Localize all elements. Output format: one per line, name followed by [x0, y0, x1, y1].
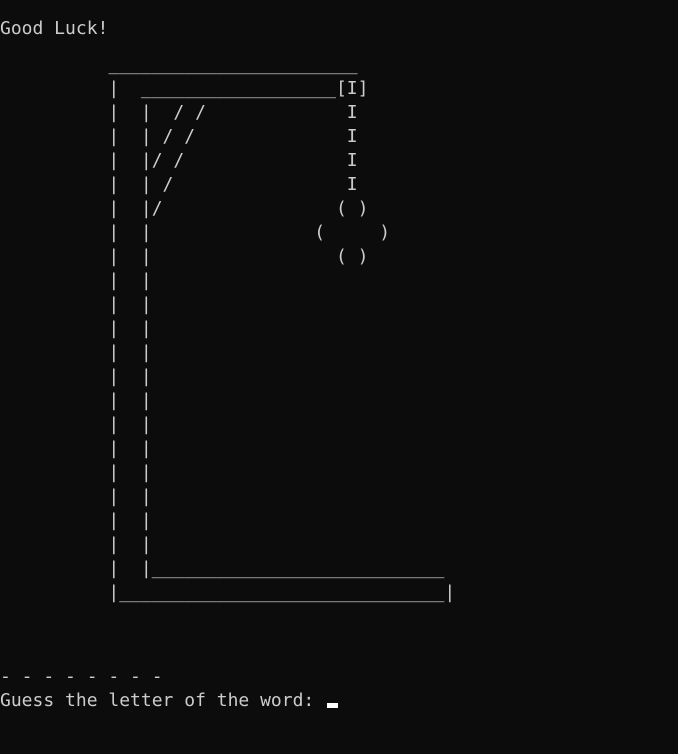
hangman-gallows-ascii: _______________________ | ______________… [0, 53, 455, 605]
guess-prompt-line[interactable]: Guess the letter of the word: [0, 689, 339, 713]
gallows-row: | | [0, 342, 152, 363]
guess-prompt-text: Guess the letter of the word: [0, 690, 326, 711]
gallows-row: | | [0, 462, 152, 483]
gallows-row: | | [0, 318, 152, 339]
gallows-row: | | [0, 438, 152, 459]
gallows-row: | | / I [0, 174, 358, 195]
gallows-row: _______________________ [0, 54, 358, 75]
gallows-row: | | [0, 486, 152, 507]
gallows-row: | | [0, 534, 152, 555]
word-blanks: - - - - - - - - [0, 666, 163, 687]
gallows-row: | | / / I [0, 126, 358, 147]
gallows-row: | | [0, 510, 152, 531]
gallows-row: | | ( ) [0, 246, 369, 267]
gallows-row: | |___________________________ [0, 558, 445, 579]
gallows-row: | | [0, 390, 152, 411]
gallows-row: | | [0, 270, 152, 291]
gallows-row: | | [0, 366, 152, 387]
gallows-row: | | / / I [0, 102, 358, 123]
greeting-text: Good Luck! [0, 18, 109, 39]
gallows-row: | | [0, 414, 152, 435]
console-window[interactable]: Good Luck! _______________________ | ___… [0, 0, 678, 754]
gallows-row: | | ( ) [0, 222, 391, 243]
gallows-row: | | [0, 294, 152, 315]
gallows-row: | |/ / I [0, 150, 358, 171]
gallows-row: | |/ ( ) [0, 198, 369, 219]
gallows-row: |______________________________| [0, 582, 456, 603]
text-cursor [327, 703, 339, 708]
gallows-row: | __________________[I] [0, 78, 369, 99]
